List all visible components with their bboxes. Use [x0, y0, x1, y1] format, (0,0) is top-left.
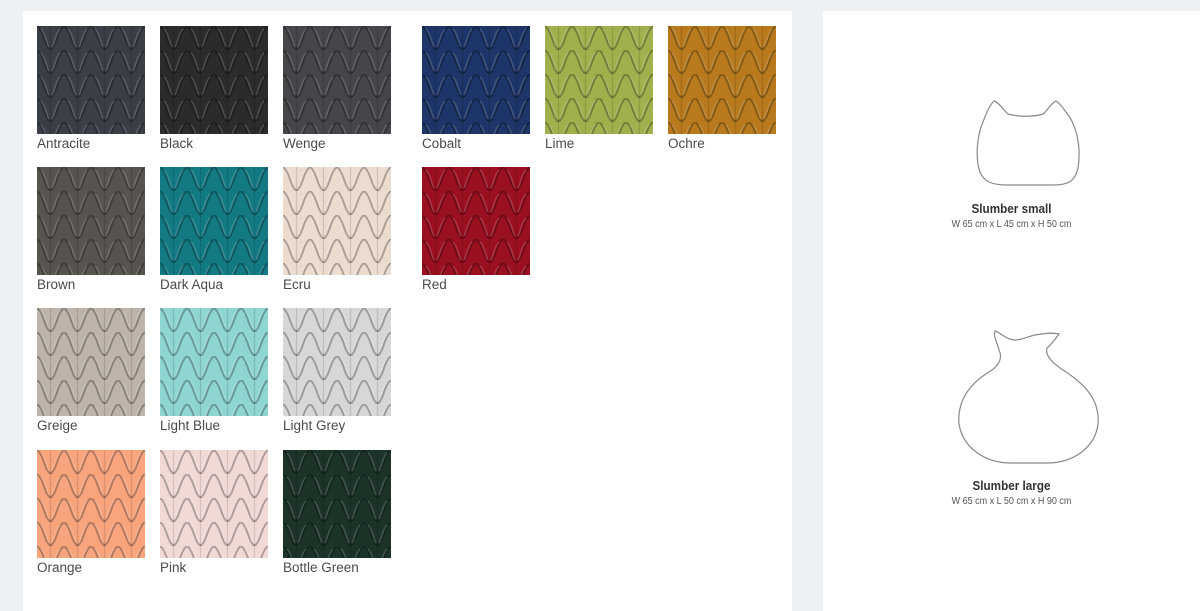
- color-swatch-orange[interactable]: Orange: [37, 450, 145, 575]
- swatch-image[interactable]: [160, 167, 268, 275]
- color-swatch-bottle-green[interactable]: Bottle Green: [283, 450, 391, 575]
- swatch-label: Light Grey: [283, 418, 346, 433]
- color-swatch-pink[interactable]: Pink: [160, 450, 268, 575]
- swatch-label: Brown: [37, 277, 76, 292]
- swatch-image[interactable]: [160, 308, 268, 416]
- product-name: Slumber large: [972, 478, 1051, 493]
- product-slumber-small: Slumber small W 65 cm x L 45 cm x H 50 c…: [823, 201, 1200, 230]
- swatch-label: Ochre: [668, 136, 705, 151]
- swatch-image[interactable]: [283, 26, 391, 134]
- swatch-image[interactable]: [283, 308, 391, 416]
- color-swatch-ecru[interactable]: Ecru: [283, 167, 391, 292]
- swatch-label: Bottle Green: [283, 560, 359, 575]
- swatch-image[interactable]: [668, 26, 776, 134]
- swatch-image[interactable]: [283, 167, 391, 275]
- swatch-label: Light Blue: [160, 418, 221, 433]
- swatch-label: Wenge: [283, 136, 326, 151]
- swatch-image[interactable]: [160, 26, 268, 134]
- color-swatch-red[interactable]: Red: [422, 167, 530, 292]
- swatch-image[interactable]: [422, 167, 530, 275]
- color-swatch-brown[interactable]: Brown: [37, 167, 145, 292]
- color-swatch-ochre[interactable]: Ochre: [668, 26, 776, 151]
- swatch-image[interactable]: [37, 450, 145, 558]
- swatch-label: Antracite: [37, 136, 91, 151]
- color-swatch-dark-aqua[interactable]: Dark Aqua: [160, 167, 268, 292]
- swatch-image[interactable]: [160, 450, 268, 558]
- swatch-label: Orange: [37, 560, 83, 575]
- product-sizes-panel: Slumber small W 65 cm x L 45 cm x H 50 c…: [823, 11, 1200, 611]
- swatch-image[interactable]: [37, 26, 145, 134]
- swatch-label: Greige: [37, 418, 78, 433]
- color-swatch-wenge[interactable]: Wenge: [283, 26, 391, 151]
- swatch-label: Black: [160, 136, 194, 151]
- color-swatch-panel: Antracite Black Wenge Cobalt Lime Ochre Brown D…: [23, 11, 792, 611]
- swatch-label: Red: [422, 277, 447, 292]
- slumber-large-outline-icon: [958, 330, 1099, 464]
- swatch-label: Dark Aqua: [160, 277, 224, 292]
- swatch-image[interactable]: [422, 26, 530, 134]
- color-swatch-light-grey[interactable]: Light Grey: [283, 308, 391, 433]
- swatch-label: Pink: [160, 560, 187, 575]
- swatch-image[interactable]: [37, 308, 145, 416]
- swatch-label: Ecru: [283, 277, 311, 292]
- swatch-label: Cobalt: [422, 136, 462, 151]
- swatch-label: Lime: [545, 136, 575, 151]
- color-swatch-antracite[interactable]: Antracite: [37, 26, 145, 151]
- swatch-image[interactable]: [545, 26, 653, 134]
- swatch-image[interactable]: [37, 167, 145, 275]
- product-slumber-large: Slumber large W 65 cm x L 50 cm x H 90 c…: [823, 478, 1200, 507]
- color-swatch-light-blue[interactable]: Light Blue: [160, 308, 268, 433]
- slumber-small-outline-icon: [976, 100, 1080, 186]
- color-swatch-cobalt[interactable]: Cobalt: [422, 26, 530, 151]
- product-dimensions: W 65 cm x L 50 cm x H 90 cm: [951, 496, 1072, 507]
- swatch-image[interactable]: [283, 450, 391, 558]
- color-swatch-greige[interactable]: Greige: [37, 308, 145, 433]
- color-swatch-black[interactable]: Black: [160, 26, 268, 151]
- product-dimensions: W 65 cm x L 45 cm x H 50 cm: [951, 219, 1072, 230]
- product-name: Slumber small: [971, 201, 1052, 216]
- color-swatch-lime[interactable]: Lime: [545, 26, 653, 151]
